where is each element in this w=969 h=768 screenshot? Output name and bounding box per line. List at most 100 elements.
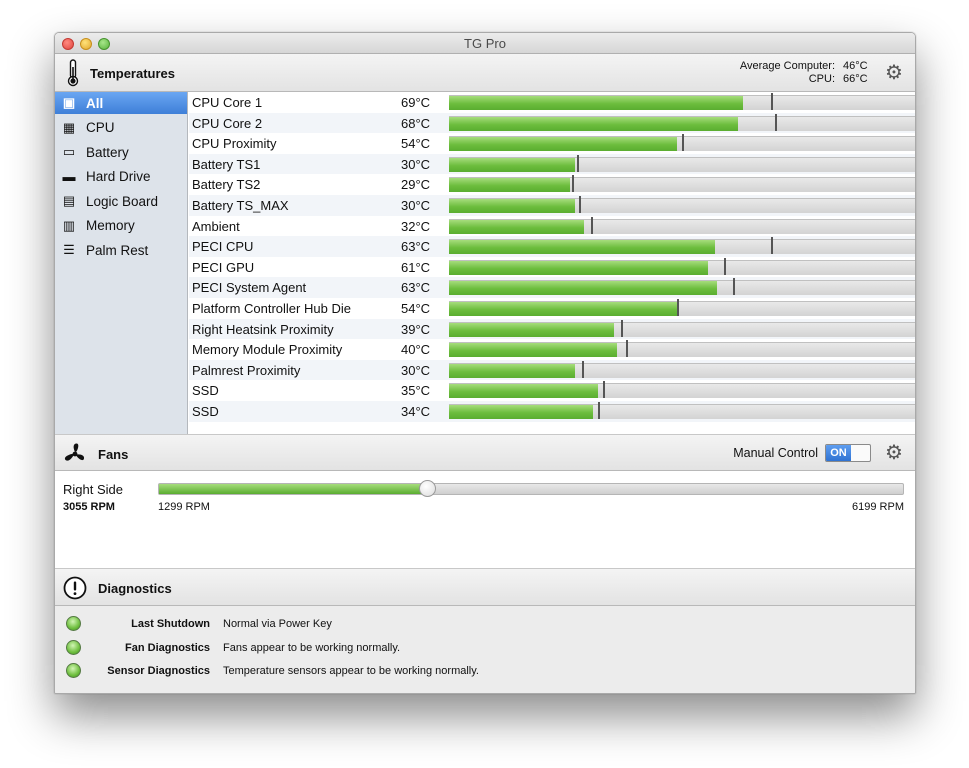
- temperature-bar-fill: [449, 322, 615, 337]
- max-temperature-marker: [621, 319, 624, 337]
- diagnostic-row: Fan Diagnostics Fans appear to be working…: [55, 638, 915, 658]
- diagnostic-label: Last Shutdown: [131, 618, 210, 630]
- logic-board-icon: ▤: [62, 193, 76, 208]
- sensor-row[interactable]: Memory Module Proximity 40°C: [189, 339, 915, 360]
- sidebar-item-label: Logic Board: [86, 193, 159, 209]
- temperature-bar-fill: [449, 137, 678, 152]
- fans-settings-gear-icon[interactable]: ⚙: [884, 443, 904, 463]
- sensor-row[interactable]: Right Heatsink Proximity 39°C: [189, 318, 915, 340]
- fan-panel: Right Side 3055 RPM 1299 RPM 6199 RPM: [55, 471, 915, 568]
- diagnostic-row: Sensor Diagnostics Temperature sensors ap…: [55, 661, 915, 681]
- temperature-bar-fill: [449, 281, 717, 296]
- sensor-row[interactable]: Palmrest Proximity 30°C: [189, 359, 915, 381]
- sensor-row[interactable]: PECI System Agent 63°C: [189, 277, 915, 298]
- temperature-bar: [449, 237, 915, 255]
- sensor-temperature: 30°C: [401, 198, 431, 213]
- sidebar-item-all[interactable]: ▣ All: [55, 92, 187, 114]
- temperature-bar: [449, 257, 915, 275]
- sensor-name: Memory Module Proximity: [192, 342, 343, 358]
- sensor-row[interactable]: SSD 34°C: [189, 401, 915, 422]
- title-bar[interactable]: TG Pro: [55, 33, 915, 54]
- diagnostic-row: Last Shutdown Normal via Power Key: [55, 614, 915, 634]
- diagnostics-list: Last Shutdown Normal via Power Key Fan Dia…: [55, 606, 915, 693]
- temperature-bar-fill: [449, 199, 575, 213]
- sensor-temperature: 40°C: [401, 342, 431, 358]
- sensor-row[interactable]: CPU Proximity 54°C: [189, 133, 915, 154]
- fan-min-rpm: 1299 RPM: [158, 501, 210, 513]
- average-computer-value: 46°C: [843, 60, 868, 72]
- temperature-bar-fill: [449, 302, 678, 316]
- sensor-name: SSD: [192, 383, 219, 399]
- diagnostic-value: Temperature sensors appear to be working…: [223, 665, 479, 677]
- sidebar-item-memory[interactable]: ▥ Memory: [55, 215, 187, 237]
- fan-speed-slider[interactable]: [158, 480, 904, 497]
- max-temperature-marker: [733, 278, 736, 296]
- sensor-row[interactable]: Battery TS_MAX 30°C: [189, 195, 915, 216]
- sensor-row[interactable]: Battery TS1 30°C: [189, 153, 915, 175]
- sensor-temperature: 30°C: [401, 362, 431, 378]
- sensor-row[interactable]: Battery TS2 29°C: [189, 174, 915, 195]
- temperature-bar: [449, 299, 915, 316]
- diagnostic-value: Normal via Power Key: [223, 618, 332, 630]
- max-temperature-marker: [602, 381, 605, 399]
- sidebar-item-cpu[interactable]: ▦ CPU: [55, 117, 187, 139]
- cpu-average-value: 66°C: [843, 73, 868, 85]
- sensor-temperature: 63°C: [401, 239, 431, 255]
- temperature-bar-fill: [449, 405, 594, 419]
- temperature-bar: [449, 360, 915, 378]
- sensor-row[interactable]: Ambient 32°C: [189, 216, 915, 237]
- sensor-temperature: 29°C: [401, 177, 431, 193]
- max-temperature-marker: [598, 402, 601, 419]
- sidebar-item-label: Palm Rest: [86, 242, 149, 258]
- max-temperature-marker: [572, 175, 575, 193]
- palm-rest-icon: ☰: [63, 242, 75, 257]
- temperature-bar: [449, 216, 915, 234]
- max-temperature-marker: [581, 360, 584, 378]
- max-temperature-marker: [682, 134, 684, 152]
- max-temperature-marker: [577, 154, 580, 172]
- sensor-row[interactable]: CPU Core 2 68°C: [189, 112, 915, 134]
- sensor-temperature: 39°C: [401, 321, 431, 337]
- temperature-bar-fill: [449, 260, 708, 275]
- temperature-bar-fill: [449, 363, 575, 378]
- exclamation-circle-icon: [63, 576, 87, 600]
- temperature-bar-fill: [449, 343, 617, 358]
- fan-speed-slider-knob[interactable]: [418, 480, 436, 497]
- temperatures-settings-gear-icon[interactable]: ⚙: [884, 63, 904, 83]
- sidebar-item-battery[interactable]: ▭ Battery: [55, 141, 187, 163]
- sensor-name: SSD: [192, 404, 219, 419]
- status-ok-icon: [66, 639, 81, 655]
- sensor-category-sidebar: ▣ All ▦ CPU ▭ Battery ▬ Hard Drive ▤ Logic Board ▥…: [55, 92, 188, 434]
- sensor-temperature: 54°C: [401, 301, 431, 316]
- max-temperature-marker: [770, 237, 773, 255]
- sensor-row[interactable]: PECI CPU 63°C: [189, 236, 915, 257]
- sensor-name: Battery TS2: [192, 177, 261, 193]
- temperature-list: CPU Core 1 69°C CPU Core 2 68°C CPU Proximit…: [189, 92, 915, 434]
- max-temperature-marker: [677, 299, 680, 316]
- temperature-bar: [449, 381, 915, 399]
- sidebar-item-hard-drive[interactable]: ▬ Hard Drive: [55, 166, 187, 188]
- sensor-row[interactable]: CPU Core 1 69°C: [189, 92, 915, 113]
- max-temperature-marker: [775, 113, 778, 131]
- max-temperature-marker: [770, 93, 773, 110]
- temperature-bar-fill: [449, 384, 599, 399]
- temperature-bar: [449, 278, 915, 296]
- sensor-temperature: 32°C: [401, 218, 431, 234]
- sensor-row[interactable]: Platform Controller Hub Die 54°C: [189, 298, 915, 319]
- temperature-bar-fill: [449, 219, 585, 234]
- sensor-row[interactable]: SSD 35°C: [189, 380, 915, 401]
- sensor-temperature: 35°C: [401, 383, 431, 399]
- sensor-temperature: 69°C: [401, 95, 431, 110]
- manual-control-toggle[interactable]: ON: [825, 444, 871, 462]
- thermometer-icon: [67, 59, 79, 87]
- temperatures-title: Temperatures: [90, 66, 176, 81]
- sidebar-item-palm-rest[interactable]: ☰ Palm Rest: [55, 239, 187, 261]
- temperature-bar: [449, 154, 915, 172]
- diagnostics-title: Diagnostics: [98, 581, 172, 596]
- sidebar-item-logic-board[interactable]: ▤ Logic Board: [55, 190, 187, 212]
- sensor-row[interactable]: PECI GPU 61°C: [189, 257, 915, 278]
- status-ok-icon: [66, 663, 81, 678]
- sensor-name: Right Heatsink Proximity: [192, 321, 334, 337]
- sensor-temperature: 34°C: [401, 404, 431, 419]
- tg-pro-window: TG Pro Temperatures Average Computer: 46°…: [54, 32, 916, 694]
